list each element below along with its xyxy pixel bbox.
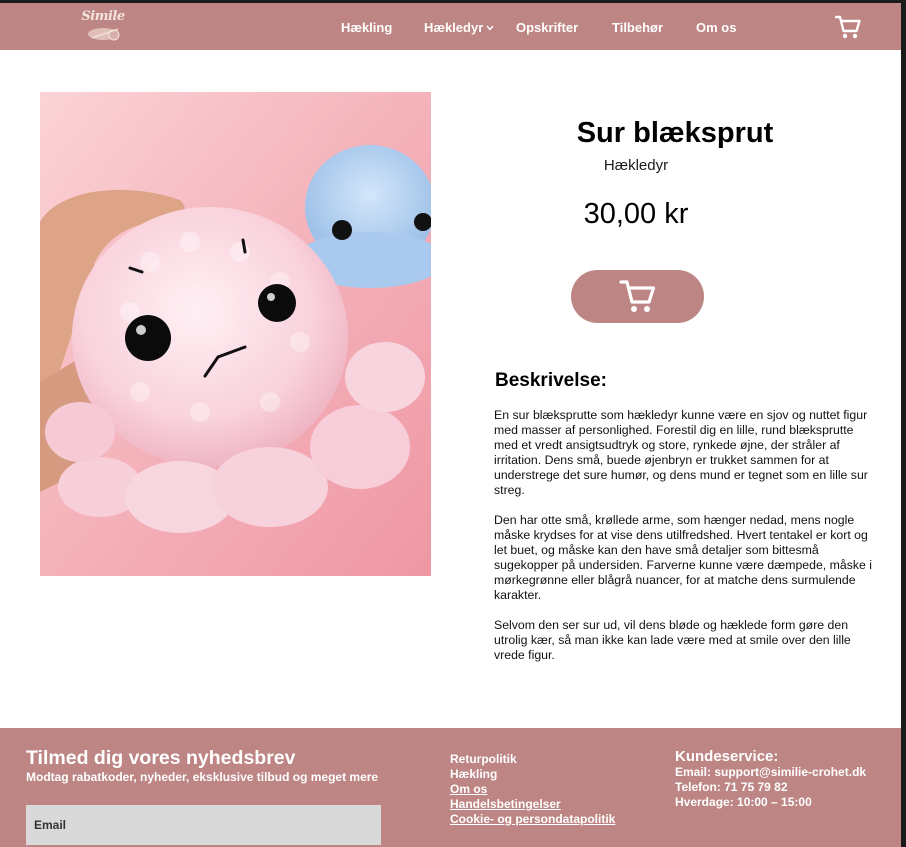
footer-links: Returpolitik Hækling Om os Handelsbeting… bbox=[450, 752, 615, 827]
customer-service: Kundeservice: Email: support@similie-cro… bbox=[675, 748, 901, 810]
cart-icon[interactable] bbox=[834, 14, 862, 40]
logo-text: Simile bbox=[81, 9, 125, 24]
logo[interactable]: Simile bbox=[78, 7, 128, 45]
octopus-plush-photo bbox=[40, 92, 431, 576]
site-footer: Tilmed dig vores nyhedsbrev Modtag rabat… bbox=[0, 728, 901, 847]
customer-service-email[interactable]: Email: support@similie-crohet.dk bbox=[675, 765, 901, 780]
page: Simile Hækling Hækledyr Opskrifter Tilbe… bbox=[0, 3, 901, 847]
product-image bbox=[40, 92, 431, 576]
customer-service-phone[interactable]: Telefon: 71 75 79 82 bbox=[675, 780, 901, 795]
product-title: Sur blæksprut bbox=[576, 117, 774, 149]
newsletter-email-field[interactable] bbox=[26, 805, 381, 845]
footer-link-om-os[interactable]: Om os bbox=[450, 782, 615, 797]
footer-link-handelsbetingelser[interactable]: Handelsbetingelser bbox=[450, 797, 615, 812]
description-paragraph: En sur blæksprutte som hækledyr kunne væ… bbox=[494, 408, 868, 497]
nav-om-os[interactable]: Om os bbox=[696, 20, 736, 35]
nav-haekling[interactable]: Hækling bbox=[341, 20, 392, 35]
footer-link-returpolitik[interactable]: Returpolitik bbox=[450, 752, 615, 767]
description-paragraph: Den har otte små, krøllede arme, som hæn… bbox=[494, 513, 873, 602]
customer-service-hours: Hverdage: 10:00 – 15:00 bbox=[675, 795, 812, 809]
footer-link-cookie-politik[interactable]: Cookie- og persondatapolitik bbox=[450, 812, 615, 827]
product-category: Hækledyr bbox=[603, 157, 669, 174]
add-to-cart-button[interactable] bbox=[571, 270, 704, 323]
site-header: Simile Hækling Hækledyr Opskrifter Tilbe… bbox=[0, 3, 901, 50]
newsletter-title: Tilmed dig vores nyhedsbrev bbox=[26, 747, 296, 769]
product-price: 30,00 kr bbox=[583, 198, 689, 230]
description-paragraph: Selvom den ser sur ud, vil dens bløde og… bbox=[494, 618, 851, 662]
newsletter-subtitle: Modtag rabatkoder, nyheder, eksklusive t… bbox=[26, 770, 379, 784]
description-heading: Beskrivelse: bbox=[495, 370, 607, 391]
nav-opskrifter[interactable]: Opskrifter bbox=[516, 20, 578, 35]
customer-service-title: Kundeservice: bbox=[675, 748, 779, 765]
nav-haekledyr[interactable]: Hækledyr bbox=[424, 20, 494, 35]
nav-haekledyr-label: Hækledyr bbox=[424, 20, 484, 35]
cart-icon bbox=[619, 280, 656, 312]
product-description: En sur blæksprutte som hækledyr kunne væ… bbox=[494, 408, 879, 678]
footer-link-haekling[interactable]: Hækling bbox=[450, 767, 615, 782]
nav-tilbehoer[interactable]: Tilbehør bbox=[612, 20, 663, 35]
chevron-down-icon bbox=[486, 25, 494, 31]
